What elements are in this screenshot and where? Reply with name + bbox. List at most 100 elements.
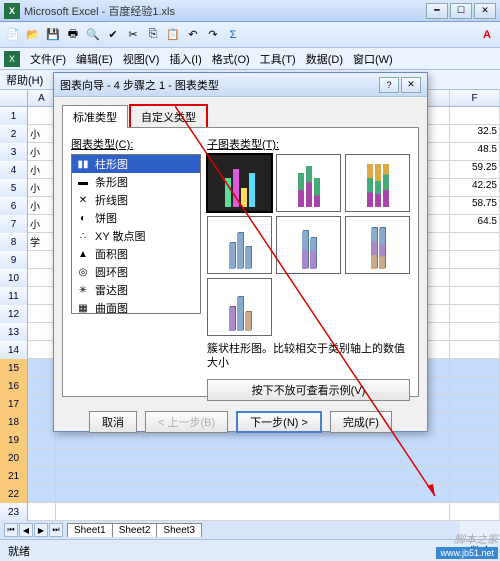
row-20[interactable]: 20 [0, 449, 500, 467]
sum-icon[interactable]: Σ [224, 26, 242, 44]
menu-insert[interactable]: 插入(I) [165, 49, 205, 69]
menu-data[interactable]: 数据(D) [302, 49, 347, 69]
menu-help[interactable]: 帮助(H) [6, 75, 43, 87]
row-header[interactable]: 21 [0, 467, 28, 485]
chart-type-item[interactable]: ◎圆环图 [72, 263, 200, 281]
cell[interactable]: 小 [28, 215, 56, 233]
cell[interactable] [450, 107, 500, 125]
chart-type-item[interactable]: ▲面积图 [72, 245, 200, 263]
paste-icon[interactable]: 📋 [164, 26, 182, 44]
row-21[interactable]: 21 [0, 467, 500, 485]
cancel-button[interactable]: 取消 [89, 411, 137, 433]
cell[interactable] [450, 251, 500, 269]
row-header[interactable]: 17 [0, 395, 28, 413]
tab-standard-types[interactable]: 标准类型 [62, 105, 128, 128]
cell[interactable] [28, 269, 56, 287]
cell[interactable] [28, 395, 56, 413]
row-header[interactable]: 14 [0, 341, 28, 359]
row-23[interactable]: 23 [0, 503, 500, 521]
close-button[interactable]: ✕ [474, 3, 496, 19]
row-header[interactable]: 19 [0, 431, 28, 449]
cell[interactable] [450, 395, 500, 413]
cell[interactable] [450, 467, 500, 485]
menu-edit[interactable]: 编辑(E) [72, 49, 117, 69]
sheet-tab-2[interactable]: Sheet2 [112, 523, 158, 537]
cell[interactable] [28, 503, 56, 521]
cell[interactable] [450, 323, 500, 341]
cell[interactable]: 小 [28, 161, 56, 179]
dialog-help-button[interactable]: ? [379, 77, 399, 93]
row-header[interactable]: 2 [0, 125, 28, 143]
chart-type-item[interactable]: ▮▮柱形图 [72, 155, 200, 173]
next-button[interactable]: 下一步(N) > [236, 411, 322, 433]
menu-format[interactable]: 格式(O) [208, 49, 254, 69]
sub-chart-3d-100pct[interactable] [345, 216, 410, 274]
row-header[interactable]: 4 [0, 161, 28, 179]
chart-type-item[interactable]: ✳雷达图 [72, 281, 200, 299]
cell[interactable] [450, 377, 500, 395]
cell[interactable] [28, 287, 56, 305]
undo-icon[interactable]: ↶ [184, 26, 202, 44]
copy-icon[interactable]: ⎘ [144, 26, 162, 44]
cell[interactable]: 小 [28, 143, 56, 161]
cell[interactable] [450, 341, 500, 359]
cell[interactable] [28, 323, 56, 341]
row-header[interactable]: 10 [0, 269, 28, 287]
cell[interactable]: 学 [28, 233, 56, 251]
cell[interactable] [28, 377, 56, 395]
row-header[interactable]: 20 [0, 449, 28, 467]
col-header-a[interactable]: A [28, 90, 56, 106]
chart-type-item[interactable]: ✕折线图 [72, 191, 200, 209]
row-header[interactable]: 9 [0, 251, 28, 269]
cell[interactable]: 42.25 [450, 179, 500, 197]
cell[interactable] [28, 359, 56, 377]
cell[interactable] [28, 413, 56, 431]
col-header-f[interactable]: F [450, 90, 500, 106]
open-icon[interactable]: 📂 [24, 26, 42, 44]
redo-icon[interactable]: ↷ [204, 26, 222, 44]
row-22[interactable]: 22 [0, 485, 500, 503]
sheet-tab-3[interactable]: Sheet3 [156, 523, 202, 537]
cell[interactable] [450, 287, 500, 305]
font-color-icon[interactable]: A [478, 26, 496, 44]
tab-nav-first-icon[interactable]: ⏮ [4, 523, 18, 537]
cell[interactable] [450, 503, 500, 521]
cell[interactable] [56, 503, 450, 521]
cell[interactable] [28, 305, 56, 323]
cell[interactable] [450, 305, 500, 323]
cell[interactable]: 小 [28, 125, 56, 143]
row-header[interactable]: 15 [0, 359, 28, 377]
row-header[interactable]: 22 [0, 485, 28, 503]
row-header[interactable]: 16 [0, 377, 28, 395]
cell[interactable] [28, 467, 56, 485]
cell[interactable]: 48.5 [450, 143, 500, 161]
menu-file[interactable]: 文件(F) [26, 49, 70, 69]
sub-chart-100pct-stacked[interactable] [345, 154, 410, 212]
menu-window[interactable]: 窗口(W) [349, 49, 397, 69]
sub-chart-3d-clustered[interactable] [207, 216, 272, 274]
row-header[interactable]: 3 [0, 143, 28, 161]
cell[interactable] [28, 341, 56, 359]
new-icon[interactable]: 📄 [4, 26, 22, 44]
cell[interactable] [28, 107, 56, 125]
cell[interactable]: 64.5 [450, 215, 500, 233]
tab-nav-last-icon[interactable]: ⏭ [49, 523, 63, 537]
back-button[interactable]: < 上一步(B) [145, 411, 228, 433]
select-all-corner[interactable] [0, 90, 28, 106]
sub-chart-stacked-column[interactable] [276, 154, 341, 212]
cell[interactable] [28, 449, 56, 467]
cell[interactable] [28, 251, 56, 269]
row-header[interactable]: 11 [0, 287, 28, 305]
row-header[interactable]: 13 [0, 323, 28, 341]
cell[interactable] [28, 431, 56, 449]
row-header[interactable]: 1 [0, 107, 28, 125]
row-header[interactable]: 7 [0, 215, 28, 233]
tab-nav-prev-icon[interactable]: ◀ [19, 523, 33, 537]
cell[interactable] [450, 269, 500, 287]
chart-type-item[interactable]: ∴XY 散点图 [72, 227, 200, 245]
preview-icon[interactable]: 🔍 [84, 26, 102, 44]
sub-chart-3d-stacked[interactable] [276, 216, 341, 274]
cell[interactable] [450, 485, 500, 503]
cell[interactable] [450, 413, 500, 431]
menu-tools[interactable]: 工具(T) [256, 49, 300, 69]
